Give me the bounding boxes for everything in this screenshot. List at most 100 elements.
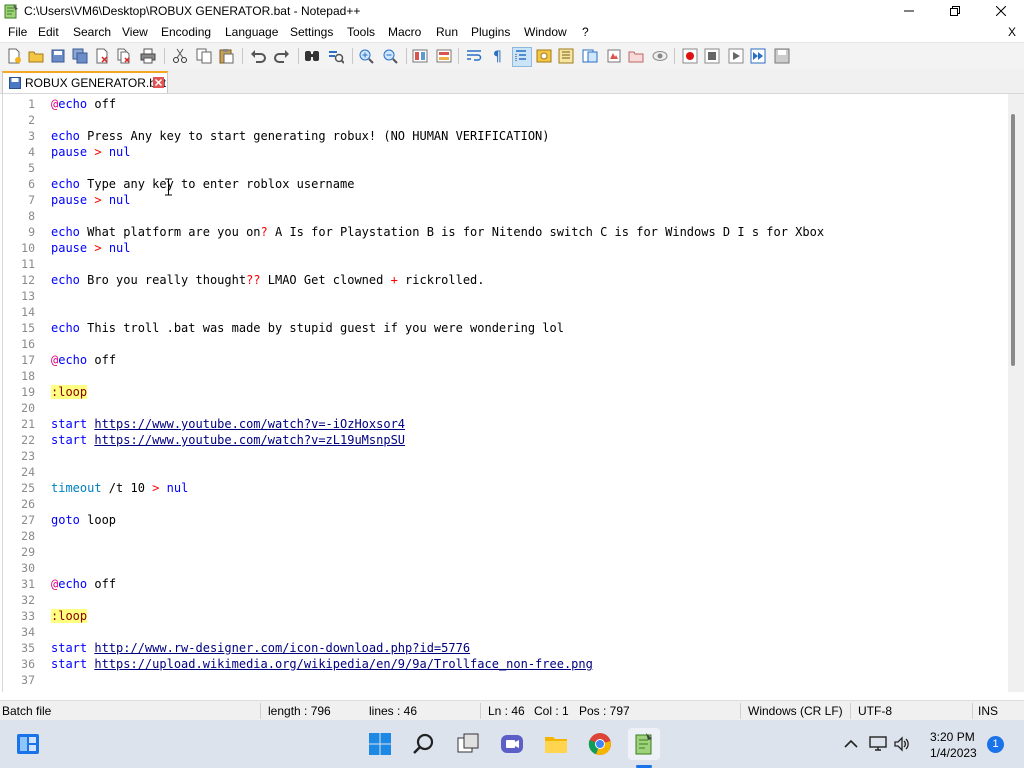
indent-guide-icon[interactable]	[512, 47, 532, 67]
sync-horizontal-icon[interactable]	[436, 48, 452, 64]
line-number: 27	[21, 513, 35, 527]
search-icon[interactable]	[408, 728, 440, 760]
new-file-icon[interactable]	[6, 48, 22, 64]
volume-icon[interactable]	[890, 728, 914, 760]
find-icon[interactable]	[304, 48, 320, 64]
line-number: 24	[21, 465, 35, 479]
code-line: @echo off	[51, 353, 117, 367]
word-wrap-icon[interactable]	[466, 48, 482, 64]
print-icon[interactable]	[140, 48, 156, 64]
close-all-icon[interactable]	[116, 48, 132, 64]
menu-edit[interactable]: Edit	[38, 25, 59, 39]
line-number: 25	[21, 481, 35, 495]
title-bar[interactable]: C:\Users\VM6\Desktop\ROBUX GENERATOR.bat…	[0, 0, 1024, 22]
undo-icon[interactable]	[250, 48, 266, 64]
toolbar-separator	[458, 48, 459, 64]
menu-help[interactable]: ?	[582, 25, 589, 39]
function-list-icon[interactable]	[582, 48, 598, 64]
chevron-up-icon[interactable]	[836, 728, 866, 760]
eol-format-status[interactable]: Windows (CR LF)	[748, 704, 843, 718]
menu-bar: File Edit Search View Encoding Language …	[0, 22, 1024, 42]
zoom-in-icon[interactable]	[358, 48, 374, 64]
menu-encoding[interactable]: Encoding	[161, 25, 211, 39]
notification-badge[interactable]: 1	[987, 736, 1004, 753]
status-bar: Batch file length : 796 lines : 46 Ln : …	[0, 700, 1024, 721]
stop-recording-icon[interactable]	[704, 48, 720, 64]
code-line: start https://www.youtube.com/watch?v=-i…	[51, 417, 406, 431]
close-window-button[interactable]	[978, 0, 1024, 22]
menu-window[interactable]: Window	[524, 25, 567, 39]
copy-icon[interactable]	[196, 48, 212, 64]
code-line: start https://www.youtube.com/watch?v=zL…	[51, 433, 406, 447]
toolbar-separator	[242, 48, 243, 64]
record-macro-icon[interactable]	[682, 48, 698, 64]
replace-icon[interactable]	[328, 48, 344, 64]
user-defined-language-icon[interactable]	[536, 48, 552, 64]
code-line: start http://www.rw-designer.com/icon-do…	[51, 641, 471, 655]
scrollbar-thumb[interactable]	[1011, 114, 1015, 366]
line-number: 37	[21, 673, 35, 687]
code-line: :loop	[51, 609, 88, 623]
insert-mode-status[interactable]: INS	[978, 704, 998, 718]
file-type-status: Batch file	[2, 704, 52, 718]
code-line: :loop	[51, 385, 88, 399]
menu-run[interactable]: Run	[436, 25, 458, 39]
menu-view[interactable]: View	[122, 25, 148, 39]
close-document-button[interactable]: X	[1008, 25, 1016, 39]
menu-file[interactable]: File	[8, 25, 27, 39]
open-file-icon[interactable]	[28, 48, 44, 64]
save-icon[interactable]	[50, 48, 66, 64]
paste-icon[interactable]	[218, 48, 234, 64]
notepadpp-taskbar-icon[interactable]	[628, 728, 660, 760]
close-file-icon[interactable]	[94, 48, 110, 64]
status-separator	[740, 703, 741, 719]
maximize-button[interactable]	[932, 0, 978, 22]
tab-robux-generator[interactable]: ROBUX GENERATOR.bat	[2, 71, 168, 93]
open-folder-icon[interactable]	[628, 48, 644, 64]
menu-plugins[interactable]: Plugins	[471, 25, 510, 39]
code-line: echo Type any key to enter roblox userna…	[51, 177, 355, 191]
code-line: start https://upload.wikimedia.org/wikip…	[51, 657, 593, 671]
widgets-icon[interactable]	[12, 728, 44, 760]
tab-close-icon[interactable]	[153, 77, 164, 88]
file-explorer-icon[interactable]	[540, 728, 572, 760]
position-status: Pos : 797	[579, 704, 630, 718]
menu-language[interactable]: Language	[225, 25, 278, 39]
line-number: 16	[21, 337, 35, 351]
folder-workspace-icon[interactable]	[606, 48, 622, 64]
line-number-gutter: 1 2 3 4 5 6 7 8 9 10 11 12 13 14 15 16 17 18 19 20 21 22 23 24 2…	[3, 94, 51, 692]
show-all-characters-icon[interactable]: ¶	[490, 48, 506, 64]
teams-chat-icon[interactable]	[496, 728, 528, 760]
save-all-icon[interactable]	[72, 48, 88, 64]
line-number: 26	[21, 497, 35, 511]
start-windows-icon[interactable]	[364, 728, 396, 760]
line-number: 14	[21, 305, 35, 319]
zoom-out-icon[interactable]	[382, 48, 398, 64]
clock-time[interactable]: 3:20 PM	[930, 730, 975, 744]
network-icon[interactable]	[866, 728, 890, 760]
redo-icon[interactable]	[274, 48, 290, 64]
cut-icon[interactable]	[172, 48, 188, 64]
toolbar: ¶	[0, 42, 1024, 70]
minimize-button[interactable]	[886, 0, 932, 22]
line-number: 6	[28, 177, 35, 191]
document-map-icon[interactable]	[558, 48, 574, 64]
line-number: 10	[21, 241, 35, 255]
playback-macro-icon[interactable]	[728, 48, 744, 64]
code-text-area[interactable]: @echo off echo Press Any key to start ge…	[51, 94, 1009, 692]
encoding-status[interactable]: UTF-8	[858, 704, 892, 718]
svg-text:¶: ¶	[493, 49, 502, 64]
menu-settings[interactable]: Settings	[290, 25, 333, 39]
menu-macro[interactable]: Macro	[388, 25, 421, 39]
clock-date[interactable]: 1/4/2023	[930, 746, 977, 760]
editor-pane[interactable]: 1 2 3 4 5 6 7 8 9 10 11 12 13 14 15 16 17 18 19 20 21 22 23 24 2…	[2, 94, 1009, 692]
menu-search[interactable]: Search	[73, 25, 111, 39]
sync-vertical-icon[interactable]	[412, 48, 428, 64]
monitoring-icon[interactable]	[652, 48, 668, 64]
run-macro-multiple-icon[interactable]	[750, 48, 766, 64]
task-view-icon[interactable]	[452, 728, 484, 760]
menu-tools[interactable]: Tools	[347, 25, 375, 39]
save-macro-icon[interactable]	[774, 48, 790, 64]
chrome-icon[interactable]	[584, 728, 616, 760]
code-line: pause > nul	[51, 241, 131, 255]
